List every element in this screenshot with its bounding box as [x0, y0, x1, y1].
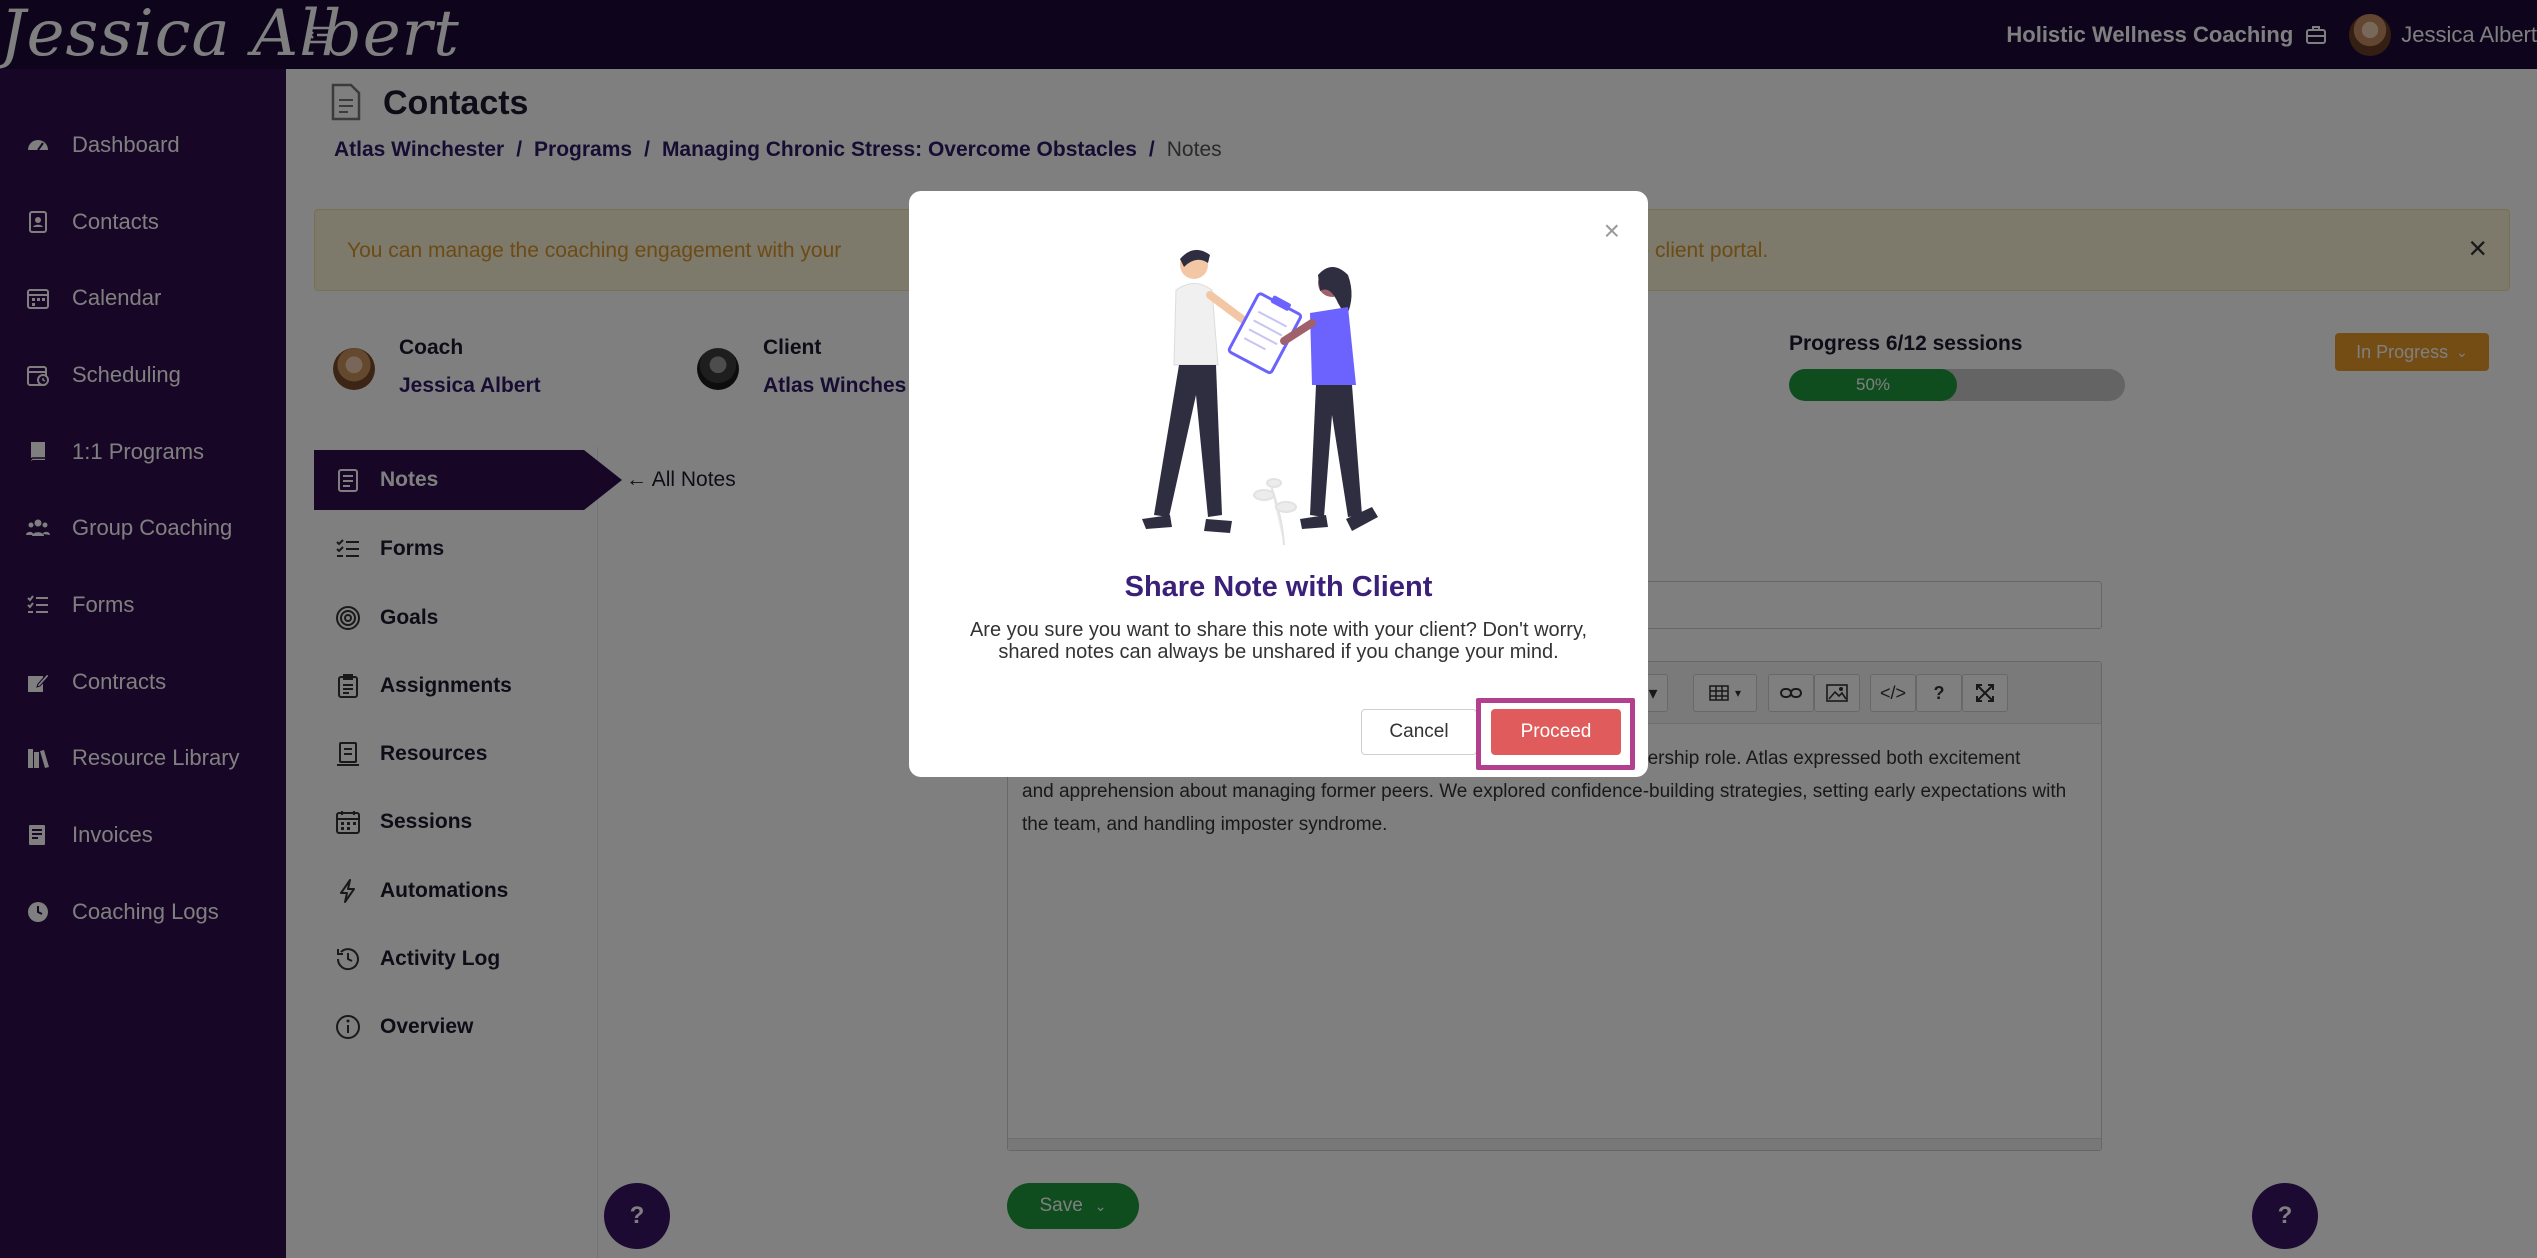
close-icon[interactable]: × [1604, 217, 1620, 245]
proceed-highlight [1476, 698, 1635, 770]
sharing-illustration [1142, 249, 1378, 546]
cancel-button[interactable]: Cancel [1361, 709, 1477, 755]
modal-title: Share Note with Client [1124, 571, 1433, 603]
modal-body: Are you sure you want to share this note… [969, 619, 1588, 663]
share-note-modal: × Share Note with Client Are you sure yo… [909, 191, 1648, 777]
